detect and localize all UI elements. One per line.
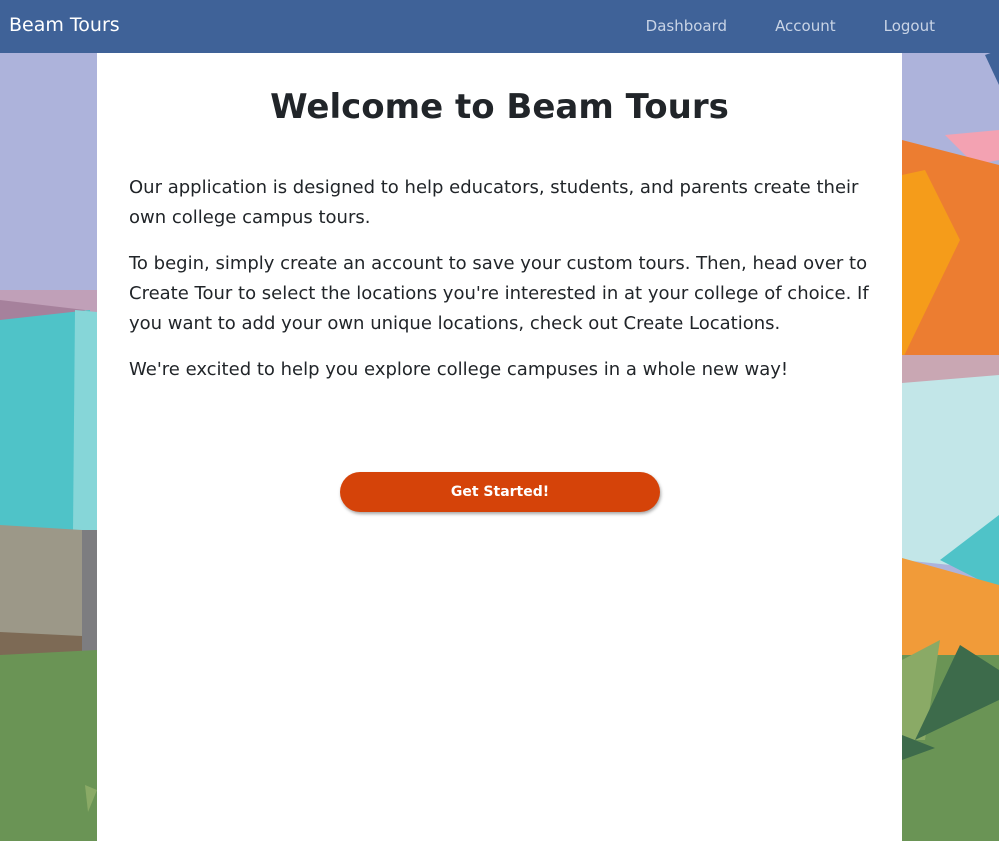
intro-paragraph: We're excited to help you explore colleg… xyxy=(129,359,789,380)
top-navbar: Beam Tours Dashboard Account Logout xyxy=(0,0,999,53)
get-started-button[interactable]: Get Started! xyxy=(340,472,660,512)
nav-link-dashboard[interactable]: Dashboard xyxy=(646,17,727,35)
main-panel: Welcome to Beam Tours Our application is… xyxy=(97,53,902,841)
page: Beam Tours Dashboard Account Logout Welc… xyxy=(0,0,999,841)
page-title: Welcome to Beam Tours xyxy=(270,87,729,127)
intro-paragraph: Our application is designed to help educ… xyxy=(129,177,859,228)
intro-text: Our application is designed to help educ… xyxy=(129,173,869,401)
nav-link-logout[interactable]: Logout xyxy=(884,17,935,35)
intro-paragraph: To begin, simply create an account to sa… xyxy=(129,253,869,334)
nav-links: Dashboard Account Logout xyxy=(646,17,935,35)
nav-link-account[interactable]: Account xyxy=(775,17,836,35)
brand-link[interactable]: Beam Tours xyxy=(9,14,120,36)
